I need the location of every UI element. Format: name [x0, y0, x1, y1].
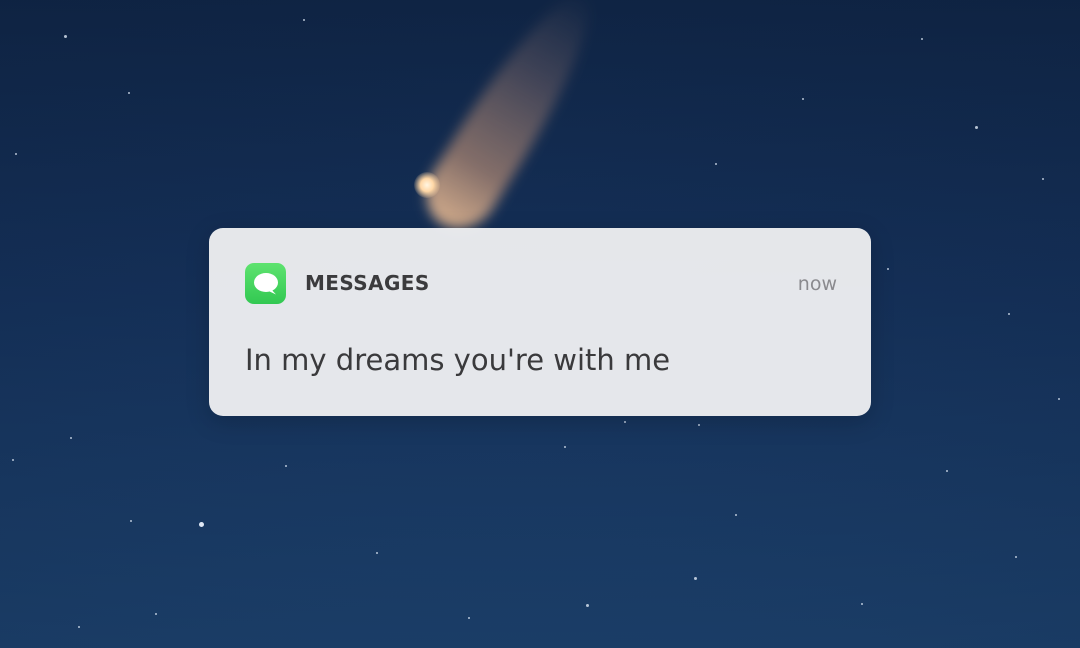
star: [694, 577, 697, 580]
star: [199, 522, 204, 527]
star: [1042, 178, 1044, 180]
star: [861, 603, 863, 605]
speech-bubble-icon: [253, 272, 278, 294]
star: [78, 626, 80, 628]
star: [15, 153, 17, 155]
star: [128, 92, 130, 94]
star: [285, 465, 287, 467]
notification-time: now: [797, 273, 837, 295]
star: [376, 552, 378, 554]
star: [887, 268, 889, 270]
star: [1008, 313, 1010, 315]
comet-tail: [412, 0, 615, 243]
star: [586, 604, 589, 607]
star: [735, 514, 737, 516]
star: [70, 437, 72, 439]
messages-app-icon: [245, 263, 286, 304]
star: [946, 470, 948, 472]
star: [468, 617, 470, 619]
star: [12, 459, 14, 461]
star: [564, 446, 566, 448]
star: [1015, 556, 1017, 558]
star: [1058, 398, 1060, 400]
message-notification[interactable]: MESSAGES now In my dreams you're with me: [209, 228, 871, 416]
star: [698, 424, 700, 426]
star: [303, 19, 305, 21]
comet-head: [414, 172, 440, 198]
star: [624, 421, 626, 423]
star: [921, 38, 923, 40]
message-preview: In my dreams you're with me: [245, 343, 671, 377]
star: [64, 35, 67, 38]
star: [130, 520, 132, 522]
star: [975, 126, 978, 129]
app-name: MESSAGES: [305, 271, 430, 295]
star: [155, 613, 157, 615]
star: [715, 163, 717, 165]
star: [802, 98, 804, 100]
